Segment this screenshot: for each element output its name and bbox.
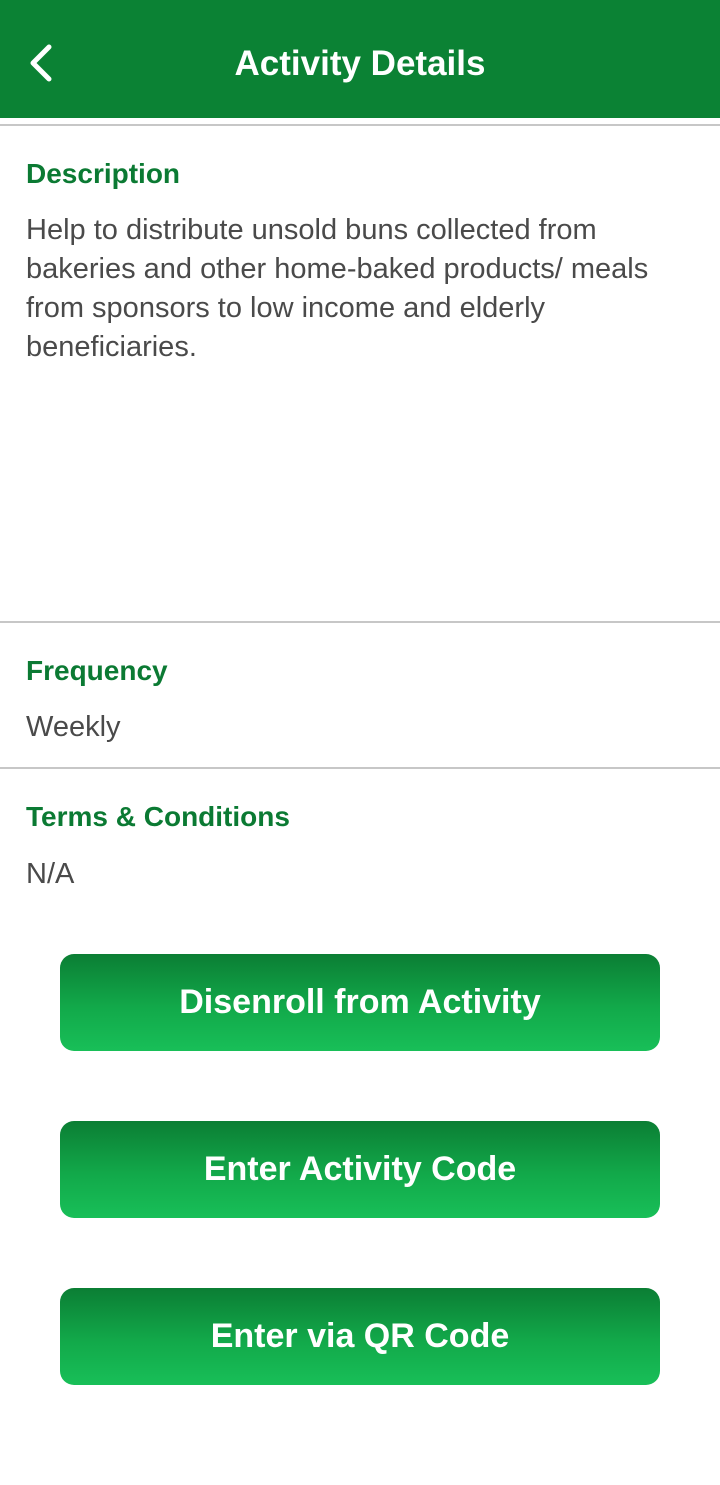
enter-qr-code-button[interactable]: Enter via QR Code	[60, 1288, 660, 1385]
frequency-divider	[0, 767, 720, 769]
enter-activity-code-button[interactable]: Enter Activity Code	[60, 1121, 660, 1218]
description-label: Description	[26, 158, 181, 189]
header-divider	[0, 124, 720, 126]
disenroll-button[interactable]: Disenroll from Activity	[60, 954, 660, 1051]
frequency-value: Weekly	[26, 711, 121, 743]
page-title: Activity Details	[234, 44, 486, 83]
frequency-label: Frequency	[26, 655, 168, 686]
description-text: Help to distribute unsold buns collected…	[26, 214, 649, 363]
terms-label: Terms & Conditions	[26, 801, 290, 832]
terms-value: N/A	[26, 858, 75, 890]
description-divider	[0, 621, 720, 623]
